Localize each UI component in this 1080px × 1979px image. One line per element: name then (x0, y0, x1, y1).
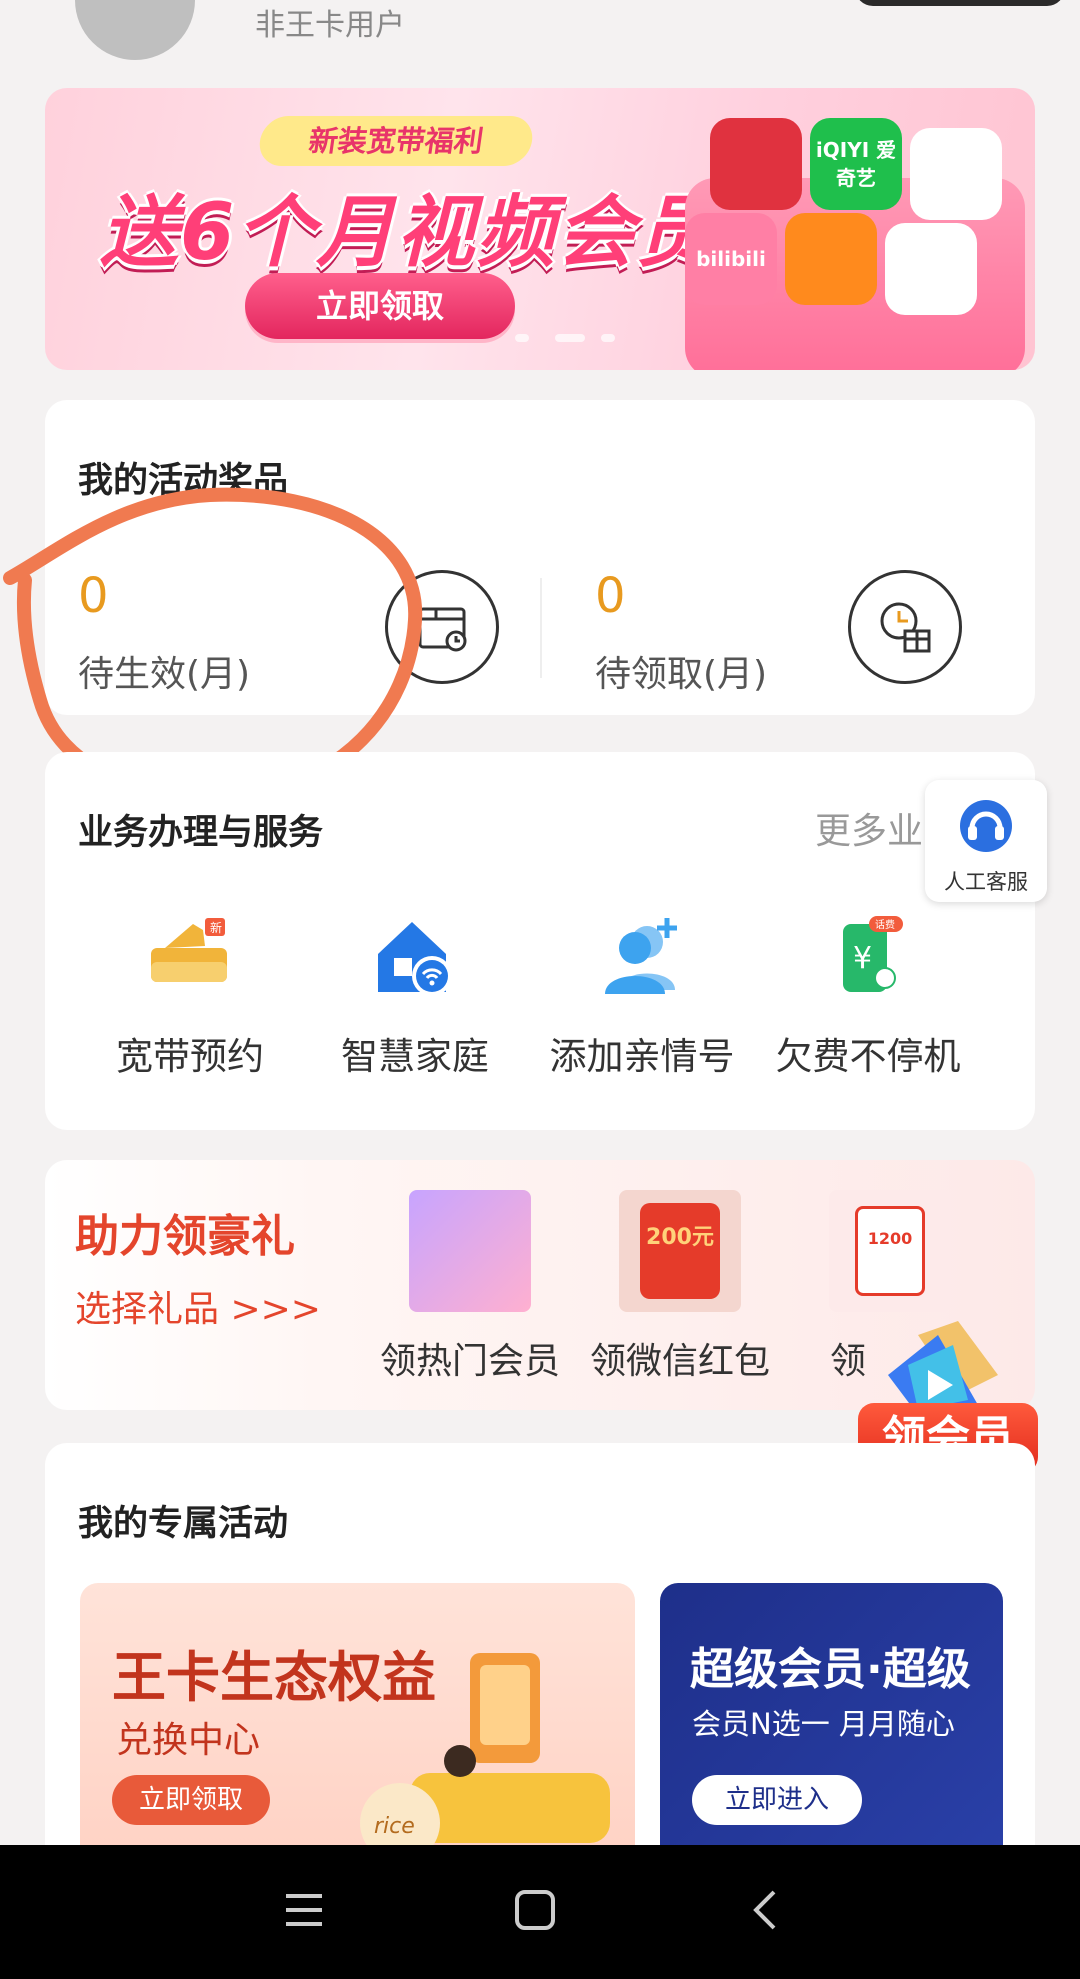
menu-icon[interactable] (274, 1880, 334, 1940)
sofa-illustration-icon: rice (360, 1653, 610, 1863)
iqiyi-tile-icon: iQIYI 爱奇艺 (810, 118, 902, 210)
header-action-button[interactable] (855, 0, 1065, 6)
member-giftbox-thumb (409, 1190, 531, 1312)
service-add-family-label: 添加亲情号 (549, 1035, 735, 1078)
service-arrears-no-suspend[interactable]: ¥ 话费 欠费不停机 (768, 900, 968, 1080)
service-broadband-label: 宽带预约 (116, 1035, 264, 1078)
gift-clock-icon[interactable] (848, 570, 962, 684)
exclusive-title: 我的专属活动 (78, 1504, 289, 1544)
svg-text:¥: ¥ (853, 941, 872, 976)
gift-item-label: 领热门会员 (379, 1341, 560, 1382)
redpacket-thumb: 200元 (619, 1190, 741, 1312)
add-family-icon (587, 900, 697, 1010)
pending-claim-label[interactable]: 待领取(月) (595, 645, 767, 697)
more-services-link[interactable]: 更多业 (815, 802, 923, 854)
avatar[interactable] (75, 0, 195, 60)
youku-tile-icon (885, 223, 977, 315)
coupon-thumb: 1200 (829, 1190, 951, 1312)
service-broadband[interactable]: 新 宽带预约 (90, 900, 290, 1080)
activity-subtitle: 会员N选一 月月随心 (692, 1707, 955, 1741)
headset-icon (960, 800, 1012, 852)
activity-card-super-member[interactable]: 超级会员·超级 会员N选一 月月随心 立即进入 (660, 1583, 1003, 1863)
activity-title: 超级会员·超级 (690, 1644, 971, 1695)
user-type-label: 非王卡用户 (255, 8, 405, 43)
smart-home-icon (360, 900, 470, 1010)
activity-claim-button[interactable]: 立即领取 (112, 1775, 270, 1825)
video-play-tile-icon (910, 128, 1002, 220)
gift-item-wechat-redpacket[interactable]: 200元 领微信红包 (580, 1190, 780, 1384)
back-icon[interactable] (736, 1880, 796, 1940)
activity-enter-button[interactable]: 立即进入 (692, 1775, 862, 1825)
gift-item-hot-member[interactable]: 领热门会员 (370, 1190, 570, 1384)
broadband-router-icon: 新 (135, 900, 245, 1010)
mango-tv-tile-icon (785, 213, 877, 305)
banner-tag: 新装宽带福利 (256, 116, 536, 166)
svg-text:新: 新 (210, 920, 222, 935)
activity-card-wangka[interactable]: 王卡生态权益 兑换中心 立即领取 rice (80, 1583, 635, 1863)
gift-item-label: 领微信红包 (589, 1341, 770, 1382)
home-icon[interactable] (505, 1880, 565, 1940)
gift-promo-title: 助力领豪礼 (75, 1211, 295, 1262)
banner-headline: 送6个月视频会员 (100, 188, 717, 278)
svg-text:rice: rice (374, 1814, 415, 1839)
service-arrears-label: 欠费不停机 (775, 1035, 961, 1078)
promo-banner[interactable]: 新装宽带福利 送6个月视频会员 立即领取 iQIYI 爱奇艺 bilibili (45, 88, 1035, 370)
arrears-phone-icon: ¥ 话费 (813, 900, 923, 1010)
banner-claim-button[interactable]: 立即领取 (245, 273, 515, 339)
svg-text:话费: 话费 (875, 918, 895, 931)
service-smart-home-label: 智慧家庭 (341, 1035, 489, 1078)
gift-promo-subtitle[interactable]: 选择礼品 >>> (75, 1280, 321, 1332)
activity-subtitle: 兑换中心 (116, 1720, 261, 1761)
service-smart-home[interactable]: 智慧家庭 (315, 900, 515, 1080)
prizes-divider (540, 578, 542, 678)
customer-service-label: 人工客服 (944, 870, 1028, 894)
pending-claim-count: 0 (595, 568, 626, 624)
services-title: 业务办理与服务 (78, 813, 324, 853)
tencent-video-tile-icon (710, 118, 802, 210)
service-add-family[interactable]: 添加亲情号 (542, 900, 742, 1080)
customer-service-button[interactable]: 人工客服 (925, 780, 1047, 902)
bilibili-tile-icon: bilibili (685, 213, 777, 305)
